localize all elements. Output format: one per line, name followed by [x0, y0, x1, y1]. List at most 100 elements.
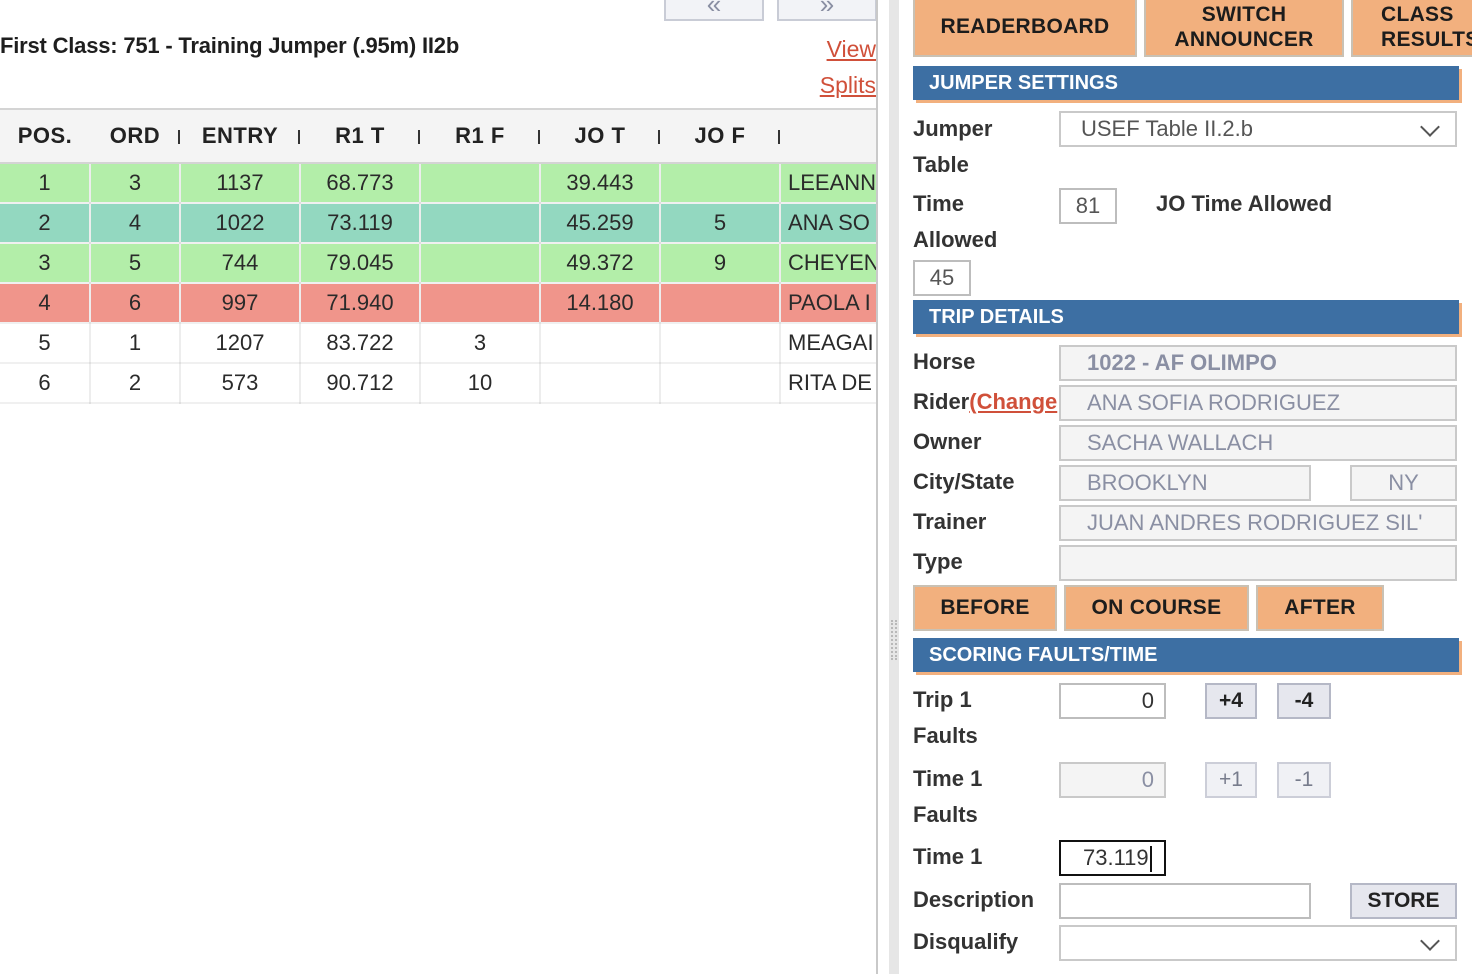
state-field[interactable]: NY	[1350, 465, 1457, 501]
class-results-button[interactable]: CLASS RESULTS	[1351, 0, 1472, 57]
view-splits-link[interactable]: View Splits	[820, 31, 876, 103]
city-field[interactable]: BROOKLYN	[1059, 465, 1311, 501]
readerboard-button[interactable]: READERBOARD	[913, 0, 1137, 57]
resize-grip-icon[interactable]	[891, 620, 897, 660]
disqualify-label: Disqualify	[913, 929, 1019, 954]
chevron-down-icon	[1420, 931, 1440, 951]
table-row[interactable]: 5 1 1207 83.722 3 MEAGAI	[0, 323, 876, 364]
cell-ord: 1	[90, 323, 181, 364]
cell-entry: 1207	[180, 323, 301, 364]
cell-pos: 3	[0, 243, 91, 284]
column-header-r1-time[interactable]: R1 T	[300, 108, 420, 164]
table-row[interactable]: 3 5 744 79.045 49.372 9 CHEYEN	[0, 243, 876, 284]
cell-entry: 744	[180, 243, 301, 284]
results-pane: « » First Class: 751 - Training Jumper (…	[0, 0, 878, 974]
cell-jo-time	[540, 323, 661, 364]
rider-field[interactable]: ANA SOFIA RODRIGUEZ	[1059, 385, 1457, 421]
jumper-table-label: Jumper Table	[913, 116, 993, 177]
cell-entry: 1022	[180, 203, 301, 244]
cell-pos: 6	[0, 363, 91, 404]
time1-input[interactable]: 73.119	[1059, 840, 1166, 876]
cell-ord: 5	[90, 243, 181, 284]
store-button[interactable]: STORE	[1350, 883, 1457, 919]
subtract-1-fault-button[interactable]: -1	[1277, 762, 1331, 798]
table-row[interactable]: 1 3 1137 68.773 39.443 LEEANN	[0, 163, 876, 204]
previous-class-button[interactable]: «	[664, 0, 764, 21]
column-header-jo-time[interactable]: JO T	[540, 108, 660, 164]
jumper-table-select[interactable]: USEF Table II.2.b	[1059, 111, 1457, 147]
add-1-fault-button[interactable]: +1	[1205, 762, 1257, 798]
type-field[interactable]	[1059, 545, 1457, 581]
column-header-ord[interactable]: ORD	[90, 108, 180, 164]
readerboard-button-label: READERBOARD	[940, 15, 1110, 38]
owner-field[interactable]: SACHA WALLACH	[1059, 425, 1457, 461]
cell-jo-time: 39.443	[540, 163, 661, 204]
cell-jo-faults	[660, 323, 781, 364]
table-row[interactable]: 6 2 573 90.712 10 RITA DE	[0, 363, 876, 404]
cell-r1-time: 90.712	[300, 363, 421, 404]
switch-announcer-label-line2: ANNOUNCER	[1174, 27, 1314, 51]
jumper-settings-header: JUMPER SETTINGS	[913, 66, 1459, 100]
cell-entry: 573	[180, 363, 301, 404]
cell-r1-time: 68.773	[300, 163, 421, 204]
city-state-label: City/State	[913, 469, 1015, 494]
trip-details-header: TRIP DETAILS	[913, 300, 1459, 334]
cell-r1-time: 83.722	[300, 323, 421, 364]
cell-rider: ANA SO	[780, 203, 876, 244]
switch-announcer-button[interactable]: SWITCH ANNOUNCER	[1144, 0, 1344, 57]
description-input[interactable]	[1059, 883, 1311, 919]
jo-time-allowed-input[interactable]: 45	[913, 260, 971, 296]
text-cursor	[1149, 846, 1152, 873]
column-header-rider[interactable]	[780, 108, 876, 164]
time1-faults-input[interactable]: 0	[1059, 762, 1166, 798]
cell-jo-faults: 9	[660, 243, 781, 284]
column-header-jo-faults[interactable]: JO F	[660, 108, 780, 164]
cell-jo-faults	[660, 283, 781, 324]
view-splits-link-line1[interactable]: View	[820, 31, 876, 67]
cell-r1-time: 73.119	[300, 203, 421, 244]
column-header-pos[interactable]: POS.	[0, 108, 90, 164]
jo-time-allowed-label: JO Time Allowed	[1156, 191, 1333, 216]
horse-field[interactable]: 1022 - AF OLIMPO	[1059, 345, 1457, 381]
chevron-down-icon	[1420, 117, 1440, 137]
cell-entry: 997	[180, 283, 301, 324]
owner-label: Owner	[913, 429, 982, 454]
cell-pos: 5	[0, 323, 91, 364]
pane-divider[interactable]	[889, 0, 899, 974]
before-button[interactable]: BEFORE	[913, 585, 1057, 631]
table-row[interactable]: 4 6 997 71.940 14.180 PAOLA I	[0, 283, 876, 324]
cell-pos: 4	[0, 283, 91, 324]
time-allowed-input[interactable]: 81	[1059, 188, 1117, 224]
scoring-pane: READERBOARD SWITCH ANNOUNCER CLASS RESUL…	[899, 0, 1472, 974]
cell-rider: RITA DE	[780, 363, 876, 404]
cell-r1-faults: 3	[420, 323, 541, 364]
rider-change-link[interactable]: (Change	[969, 389, 1057, 414]
cell-jo-faults	[660, 363, 781, 404]
time1-label: Time 1	[913, 844, 983, 869]
column-header-r1-faults[interactable]: R1 F	[420, 108, 540, 164]
after-button[interactable]: AFTER	[1256, 585, 1384, 631]
cell-pos: 2	[0, 203, 91, 244]
cell-r1-time: 79.045	[300, 243, 421, 284]
time1-faults-label: Time 1 Faults	[913, 766, 983, 827]
on-course-button[interactable]: ON COURSE	[1064, 585, 1249, 631]
next-class-button[interactable]: »	[777, 0, 876, 21]
time-allowed-label: Time Allowed	[913, 191, 998, 252]
column-header-entry[interactable]: ENTRY	[180, 108, 300, 164]
description-label: Description	[913, 887, 1035, 912]
cell-r1-faults: 10	[420, 363, 541, 404]
table-row[interactable]: 2 4 1022 73.119 45.259 5 ANA SO	[0, 203, 876, 244]
trip1-faults-input[interactable]: 0	[1059, 683, 1166, 719]
cell-r1-faults	[420, 203, 541, 244]
view-splits-link-line2[interactable]: Splits	[820, 67, 876, 103]
cell-ord: 4	[90, 203, 181, 244]
horse-label: Horse	[913, 349, 976, 374]
add-4-faults-button[interactable]: +4	[1205, 683, 1257, 719]
cell-jo-time: 14.180	[540, 283, 661, 324]
disqualify-select[interactable]	[1059, 925, 1457, 961]
cell-r1-faults	[420, 163, 541, 204]
rider-label: Rider(Change	[913, 389, 1058, 414]
trainer-field[interactable]: JUAN ANDRES RODRIGUEZ SIL'	[1059, 505, 1457, 541]
class-results-label-line2: RESULTS	[1381, 27, 1472, 51]
subtract-4-faults-button[interactable]: -4	[1277, 683, 1331, 719]
